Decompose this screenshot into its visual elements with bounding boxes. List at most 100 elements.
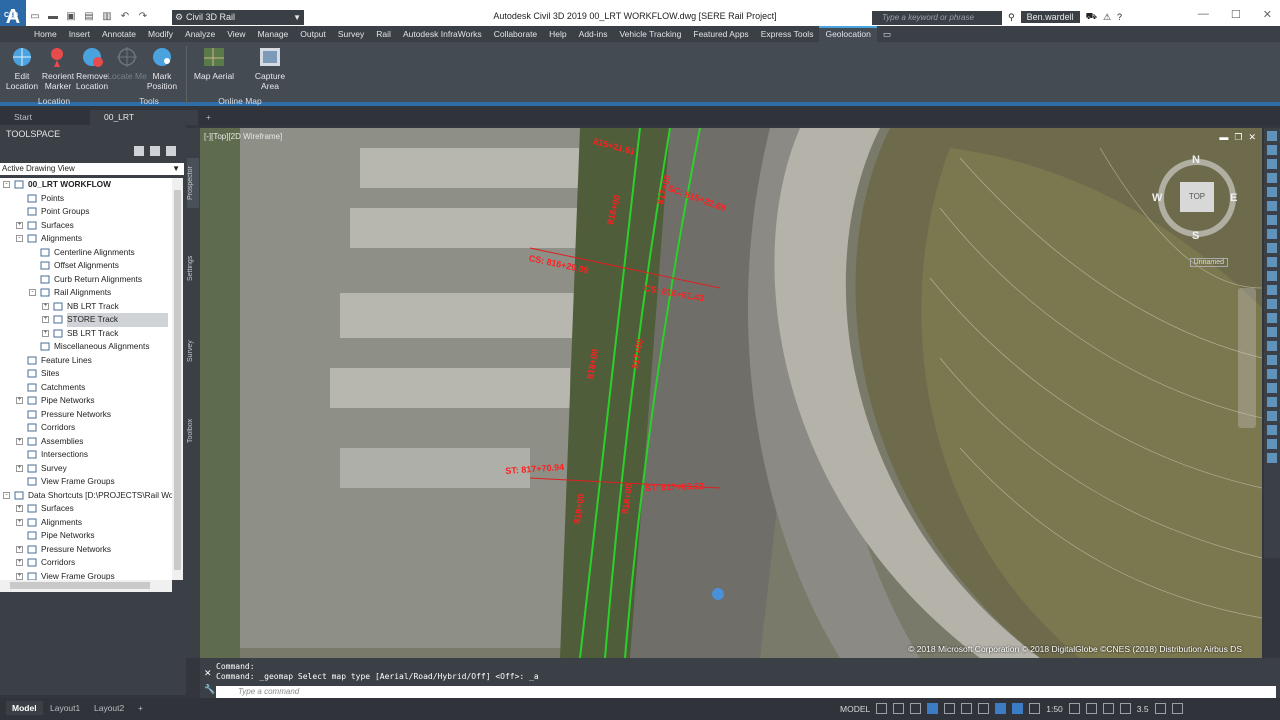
side-tab-prospector[interactable]: Prospector — [187, 158, 199, 208]
expand-icon[interactable]: + — [16, 572, 23, 580]
binoculars-icon[interactable]: ⚲ — [1008, 12, 1015, 23]
tool-icon[interactable] — [1267, 383, 1277, 393]
object-snap-icon[interactable] — [978, 703, 990, 714]
tree-item[interactable]: Curb Return Alignments — [0, 273, 172, 287]
tool-icon[interactable] — [1267, 355, 1277, 365]
tree-item[interactable]: Point Groups — [0, 205, 172, 219]
isometric-icon[interactable] — [944, 703, 956, 714]
save-icon[interactable]: ▣ — [64, 11, 78, 23]
restore-icon[interactable]: ❐ — [1234, 132, 1242, 143]
tab-start[interactable]: Start — [0, 110, 90, 125]
annotation-visibility-icon[interactable] — [1012, 703, 1024, 714]
expand-icon[interactable]: + — [42, 329, 49, 337]
customize-icon[interactable] — [1171, 703, 1183, 714]
tool-icon[interactable] — [1267, 243, 1277, 253]
viewcube-top-face[interactable]: TOP — [1180, 182, 1214, 212]
tree-item[interactable]: + Pipe Networks — [0, 394, 172, 408]
expand-icon[interactable]: + — [16, 545, 23, 553]
tool-icon[interactable] — [1267, 229, 1277, 239]
ribbon-tab-modify[interactable]: Modify — [142, 26, 179, 42]
tool-icon[interactable] — [1267, 145, 1277, 155]
ribbon-minimize-icon[interactable]: ▭ — [877, 26, 897, 42]
cart-icon[interactable]: ⛟ — [1086, 11, 1097, 23]
add-layout-icon[interactable]: + — [132, 701, 149, 715]
tree-item[interactable]: - Data Shortcuts [D:\PROJECTS\Rail Wor... — [0, 489, 172, 503]
tree-item[interactable]: Corridors — [0, 421, 172, 435]
compass-north[interactable]: N — [1192, 154, 1200, 166]
tab-layout1[interactable]: Layout1 — [44, 701, 86, 715]
side-tab-toolbox[interactable]: Toolbox — [187, 411, 199, 451]
collapse-icon[interactable]: - — [3, 181, 10, 188]
tree-horizontal-scrollbar[interactable] — [0, 580, 172, 592]
command-input[interactable]: Type a command — [216, 686, 1276, 698]
ribbon-tab-add-ins[interactable]: Add-ins — [573, 26, 614, 42]
osnap-tracking-icon[interactable] — [961, 703, 973, 714]
ribbon-tab-output[interactable]: Output — [294, 26, 332, 42]
ribbon-tab-autodesk-infraworks[interactable]: Autodesk InfraWorks — [397, 26, 488, 42]
tree-item[interactable]: + View Frame Groups — [0, 570, 172, 580]
tree-item[interactable]: + STORE Track — [0, 313, 172, 327]
isolate-icon[interactable] — [1102, 703, 1114, 714]
minimize-icon[interactable]: — — [1198, 8, 1209, 21]
compass-south[interactable]: S — [1192, 230, 1199, 242]
help-search-input[interactable]: Type a keyword or phrase — [872, 11, 1002, 25]
open-file-icon[interactable]: ▬ — [46, 11, 60, 23]
undo-icon[interactable]: ↶ — [118, 11, 132, 23]
wrench-icon[interactable]: 🔧 — [204, 684, 215, 695]
expand-icon[interactable]: + — [16, 464, 23, 472]
ribbon-tab-collaborate[interactable]: Collaborate — [488, 26, 543, 42]
expand-icon[interactable]: + — [42, 302, 49, 310]
tool-icon[interactable] — [1267, 341, 1277, 351]
ribbon-tab-featured-apps[interactable]: Featured Apps — [687, 26, 754, 42]
tool-icon[interactable] — [1267, 411, 1277, 421]
view-selector[interactable]: Active Drawing View ▼ — [0, 163, 184, 175]
auto-scale-icon[interactable] — [1029, 703, 1041, 714]
tool-icon[interactable] — [1267, 271, 1277, 281]
ortho-icon[interactable] — [910, 703, 922, 714]
tree-item[interactable]: Miscellaneous Alignments — [0, 340, 172, 354]
ribbon-tab-analyze[interactable]: Analyze — [179, 26, 221, 42]
expand-icon[interactable]: + — [16, 221, 23, 229]
scrollbar-thumb[interactable] — [174, 190, 181, 570]
snap-icon[interactable] — [893, 703, 905, 714]
help-icon[interactable]: ? — [1117, 12, 1122, 22]
collapse-icon[interactable]: - — [3, 491, 10, 499]
tool-icon[interactable] — [1267, 439, 1277, 449]
warning-icon[interactable]: ⚠ — [1103, 12, 1111, 23]
tab-model[interactable]: Model — [6, 701, 43, 715]
hardware-accel-icon[interactable] — [1119, 703, 1131, 714]
expand-icon[interactable]: + — [16, 559, 23, 566]
redo-icon[interactable]: ↷ — [136, 11, 150, 23]
tree-item[interactable]: + Pressure Networks — [0, 543, 172, 557]
ribbon-tab-vehicle-tracking[interactable]: Vehicle Tracking — [613, 26, 687, 42]
new-tab-icon[interactable]: + — [198, 110, 219, 125]
tree-item[interactable]: + Assemblies — [0, 435, 172, 449]
print-icon[interactable]: ▥ — [100, 11, 114, 23]
tree-item[interactable]: Pressure Networks — [0, 408, 172, 422]
tree-item[interactable]: Offset Alignments — [0, 259, 172, 273]
viewport-controls-label[interactable]: [-][Top][2D Wireframe] — [204, 132, 282, 141]
tool-icon[interactable] — [1267, 313, 1277, 323]
ribbon-tab-help[interactable]: Help — [543, 26, 572, 42]
polar-tracking-icon[interactable] — [927, 703, 939, 714]
tool-icon[interactable] — [1267, 131, 1277, 141]
tree-vertical-scrollbar[interactable] — [172, 178, 183, 580]
expand-icon[interactable]: + — [16, 505, 23, 512]
tool-icon[interactable] — [1267, 397, 1277, 407]
close-icon[interactable]: ✕ — [204, 668, 212, 679]
tree-item[interactable]: Sites — [0, 367, 172, 381]
user-signin-button[interactable]: Ben.wardell — [1020, 11, 1080, 23]
maximize-icon[interactable]: ☐ — [1231, 8, 1241, 21]
minimize-icon[interactable]: ▬ — [1219, 132, 1228, 143]
expand-icon[interactable]: + — [16, 397, 23, 404]
tool-icon[interactable] — [1267, 257, 1277, 267]
compass-west[interactable]: W — [1152, 192, 1162, 204]
tree-item[interactable]: + Surfaces — [0, 502, 172, 516]
gear-icon[interactable] — [1068, 703, 1080, 714]
tool-icon[interactable] — [1267, 285, 1277, 295]
ribbon-tab-home[interactable]: Home — [28, 26, 63, 42]
tree-item[interactable]: Feature Lines — [0, 354, 172, 368]
close-window-icon[interactable]: ✕ — [1263, 8, 1272, 21]
tree-item[interactable]: Pipe Networks — [0, 529, 172, 543]
tab-layout2[interactable]: Layout2 — [88, 701, 130, 715]
